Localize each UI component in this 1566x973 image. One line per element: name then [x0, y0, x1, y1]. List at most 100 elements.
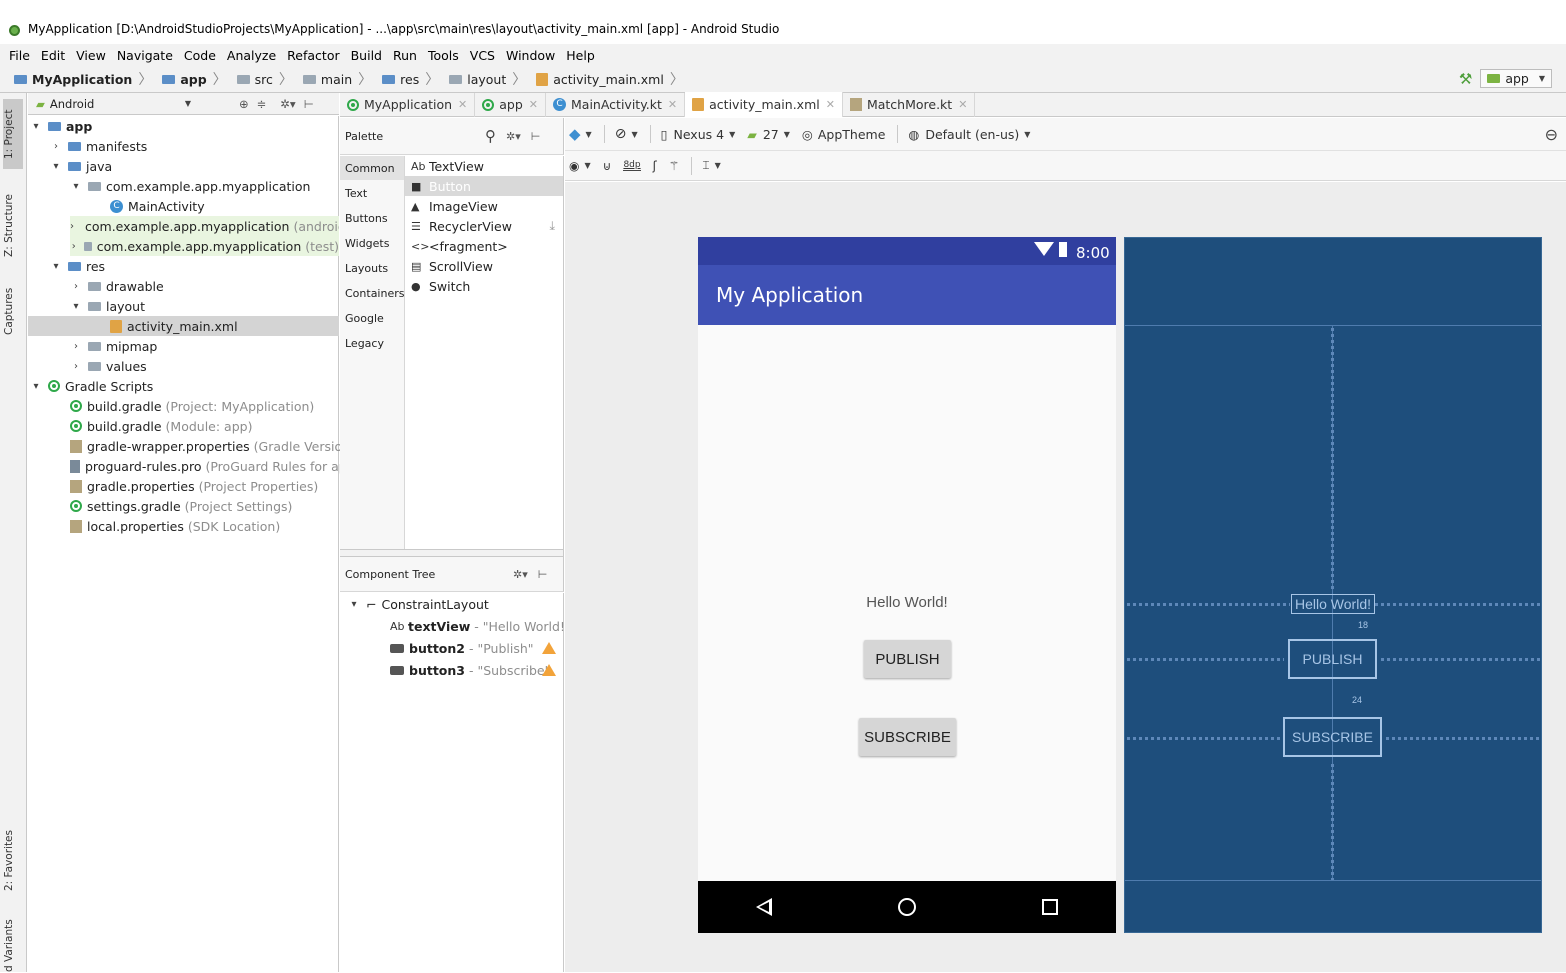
breadcrumb-src[interactable]: src 〉 [236, 69, 299, 89]
menu-window[interactable]: Window [506, 48, 555, 63]
orientation-button[interactable]: ⊘ ▼ [615, 126, 638, 142]
tree-node[interactable]: ›com.example.app.myapplication (androidT… [70, 216, 339, 236]
tab-structure[interactable]: Z: Structure [3, 188, 23, 263]
menu-help[interactable]: Help [566, 48, 595, 63]
tree-node[interactable]: ▾ res [50, 256, 105, 276]
palette-category[interactable]: Common [340, 156, 404, 180]
device-select[interactable]: ▯ Nexus 4 ▼ [661, 127, 736, 142]
breadcrumb-res[interactable]: res 〉 [382, 69, 445, 89]
tab-matchmore[interactable]: MatchMore.kt ✕ [843, 92, 976, 117]
tree-node[interactable]: ▾ layout [70, 296, 145, 316]
menu-vcs[interactable]: VCS [470, 48, 495, 63]
home-icon[interactable] [898, 898, 916, 916]
menu-run[interactable]: Run [393, 48, 417, 63]
palette-item[interactable]: ■ Button [405, 176, 563, 196]
warning-icon[interactable] [542, 664, 556, 676]
bp-publish-button[interactable]: PUBLISH [1288, 639, 1377, 679]
tree-node[interactable]: proguard-rules.pro (ProGuard Rules for a… [70, 456, 360, 476]
bp-hello-text[interactable]: Hello World! [1291, 594, 1375, 614]
component-item[interactable]: button2 - "Publish" [390, 638, 562, 658]
palette-category[interactable]: Layouts [340, 256, 404, 280]
palette-item[interactable]: ☰ RecyclerView ⤓ [405, 216, 563, 236]
search-icon[interactable]: ⚲ [485, 127, 496, 145]
tab-captures[interactable]: Captures [3, 281, 23, 341]
tab-favorites[interactable]: 2: Favorites [3, 823, 23, 898]
menu-navigate[interactable]: Navigate [117, 48, 173, 63]
blueprint-preview[interactable]: Hello World! 18 PUBLISH 24 SUBSCRIBE [1124, 237, 1542, 933]
menu-code[interactable]: Code [184, 48, 216, 63]
tree-node[interactable]: › values [70, 356, 147, 376]
tree-node[interactable]: gradle-wrapper.properties (Gradle Versio… [70, 436, 355, 456]
tree-node[interactable]: build.gradle (Module: app) [70, 416, 252, 436]
collapse-icon[interactable]: ≑ [257, 97, 267, 111]
api-select[interactable]: ▰ 27 ▼ [747, 127, 790, 142]
tree-node[interactable]: › manifests [50, 136, 147, 156]
close-icon[interactable]: ✕ [958, 98, 967, 111]
view-options-button[interactable]: ◉ ▼ [569, 159, 591, 173]
menu-file[interactable]: File [9, 48, 30, 63]
menu-edit[interactable]: Edit [41, 48, 65, 63]
warning-icon[interactable] [542, 642, 556, 654]
sync-icon[interactable]: ⊕ [239, 97, 249, 111]
palette-category[interactable]: Google [340, 306, 404, 330]
menu-analyze[interactable]: Analyze [227, 48, 276, 63]
tree-node[interactable]: › mipmap [70, 336, 157, 356]
project-view-select[interactable]: Android [50, 97, 170, 111]
palette-item[interactable]: ▤ ScrollView [405, 256, 563, 276]
component-item[interactable]: Ab textView - "Hello World!" [390, 616, 571, 636]
clear-constraints-button[interactable]: ʃ [653, 159, 657, 173]
publish-button[interactable]: PUBLISH [864, 640, 951, 678]
zoom-out-icon[interactable]: ⊖ [1545, 125, 1558, 144]
menu-build[interactable]: Build [351, 48, 382, 63]
tree-node[interactable]: › com.example.app.myapplication (test) [70, 236, 339, 256]
bp-subscribe-button[interactable]: SUBSCRIBE [1283, 717, 1382, 757]
breadcrumb-project[interactable]: MyApplication 〉 [14, 69, 158, 89]
gear-icon[interactable]: ✲▾ [513, 568, 528, 581]
run-config-select[interactable]: app ▼ [1480, 69, 1552, 88]
autoconnect-toggle[interactable]: ⊍ [603, 159, 612, 173]
palette-category[interactable]: Text [340, 181, 404, 205]
download-icon[interactable]: ⤓ [549, 218, 555, 234]
menu-view[interactable]: View [76, 48, 106, 63]
locale-select[interactable]: ◍ Default (en-us) ▼ [908, 127, 1030, 142]
hide-panel-icon[interactable]: ⊢ [531, 130, 541, 143]
palette-item[interactable]: ● Switch [405, 276, 563, 296]
palette-item[interactable]: Ab TextView [405, 156, 563, 176]
hide-panel-icon[interactable]: ⊢ [538, 568, 548, 581]
close-icon[interactable]: ✕ [529, 98, 538, 111]
tree-node[interactable]: build.gradle (Project: MyApplication) [70, 396, 314, 416]
palette-item[interactable]: <> <fragment> [405, 236, 563, 256]
tree-node[interactable]: C MainActivity [110, 196, 205, 216]
breadcrumb-layout[interactable]: layout 〉 [449, 69, 532, 89]
breadcrumb-main[interactable]: main 〉 [302, 69, 378, 89]
tab-project[interactable]: 1: Project [3, 99, 23, 169]
default-margin-button[interactable]: 8dp [623, 160, 641, 171]
chevron-down-icon[interactable]: ▼ [185, 99, 191, 108]
build-hammer-icon[interactable]: ⚒ [1459, 70, 1472, 88]
infer-constraints-button[interactable]: ⚚ [669, 159, 680, 173]
tree-node[interactable]: local.properties (SDK Location) [70, 516, 280, 536]
palette-category[interactable]: Buttons [340, 206, 404, 230]
design-surface-button[interactable]: ◆ ▼ [569, 125, 592, 143]
tree-node-selected[interactable]: activity_main.xml [28, 316, 339, 336]
breadcrumb-file[interactable]: activity_main.xml 〉 [536, 69, 690, 89]
close-icon[interactable]: ✕ [826, 98, 835, 111]
tree-node[interactable]: ▾ java [50, 156, 112, 176]
subscribe-button[interactable]: SUBSCRIBE [859, 718, 956, 756]
panel-splitter[interactable] [340, 549, 564, 557]
tab-myapplication[interactable]: MyApplication ✕ [340, 92, 476, 117]
tab-app[interactable]: app ✕ [475, 92, 546, 117]
menu-tools[interactable]: Tools [428, 48, 459, 63]
gear-icon[interactable]: ✲▾ [280, 97, 295, 111]
recents-icon[interactable] [1042, 899, 1058, 915]
close-icon[interactable]: ✕ [668, 98, 677, 111]
palette-item[interactable]: ▲ ImageView [405, 196, 563, 216]
gear-icon[interactable]: ✲▾ [506, 130, 521, 143]
hello-text[interactable]: Hello World! [698, 594, 1116, 611]
tab-build-variants[interactable]: d Variants [3, 918, 23, 973]
guidelines-button[interactable]: ⌶ ▼ [702, 158, 720, 173]
tree-node[interactable]: ▾ app [30, 116, 335, 136]
hide-panel-icon[interactable]: ⊢ [304, 97, 314, 111]
phone-preview[interactable]: 8:00 My Application Hello World! PUBLISH… [698, 237, 1116, 933]
tree-node[interactable]: ▾ com.example.app.myapplication [70, 176, 310, 196]
